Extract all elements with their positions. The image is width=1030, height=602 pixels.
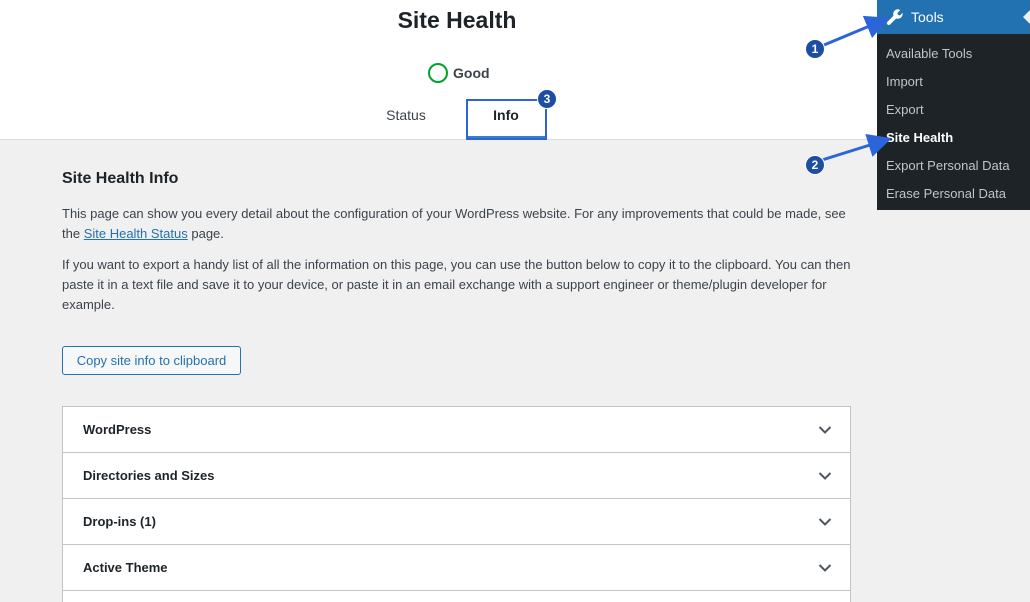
callout-badge-2: 2 [805,155,825,175]
callout-badge-3: 3 [537,89,557,109]
callout-badge-1: 1 [805,39,825,59]
callout-arrow-1 [823,15,890,47]
annotation-arrows [821,15,892,162]
callout-arrow-2 [821,133,892,162]
